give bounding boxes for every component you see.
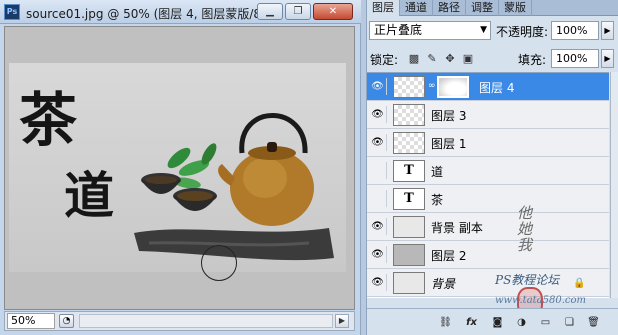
layer-name: 背景 副本 [431, 221, 483, 235]
add-mask-icon[interactable]: ◙ [489, 315, 506, 330]
text-layer-thumbnail: T [393, 188, 425, 210]
new-group-icon[interactable]: ▭ [537, 315, 554, 330]
teapot-graphic [218, 113, 314, 226]
lock-all-icon[interactable]: ▣ [461, 52, 475, 66]
layer-row[interactable]: 👁 图层 3 [367, 101, 609, 129]
lock-pixels-icon[interactable]: ✎ [425, 52, 439, 66]
status-info-icon[interactable]: ◔ [59, 314, 74, 328]
panel-tabs: 图层 通道 路径 调整 蒙版 [367, 0, 618, 16]
adjustment-layer-icon[interactable]: ◑ [513, 315, 530, 330]
layer-name: 图层 3 [431, 109, 467, 123]
layer-thumbnail [393, 132, 425, 154]
layer-name: 图层 4 [479, 81, 515, 95]
blend-mode-value: 正片叠底 [374, 23, 423, 37]
document-titlebar[interactable]: Ps source01.jpg @ 50% (图层 4, 图层蒙版/8) * ▁… [0, 0, 361, 24]
layer-thumbnail [393, 76, 425, 98]
visibility-eye-icon[interactable]: 👁 [369, 246, 387, 263]
layer-thumbnail [393, 104, 425, 126]
lock-label: 锁定: [370, 53, 399, 67]
calligraphy-cha: 茶 [19, 86, 78, 154]
status-bar: 50% ◔ ▶ [4, 311, 355, 331]
fill-slider-icon[interactable]: ▶ [601, 49, 614, 68]
visibility-eye-icon[interactable]: 👁 [369, 218, 387, 235]
vertical-scrollbar[interactable] [346, 26, 356, 310]
link-layers-icon[interactable]: ⛓ [437, 315, 454, 330]
visibility-empty-box[interactable] [369, 190, 387, 207]
tab-layers[interactable]: 图层 [367, 0, 400, 16]
document-window: Ps source01.jpg @ 50% (图层 4, 图层蒙版/8) * ▁… [0, 0, 361, 335]
layer-thumbnail [393, 216, 425, 238]
tab-paths[interactable]: 路径 [433, 0, 466, 16]
visibility-eye-icon[interactable]: 👁 [369, 274, 387, 291]
layer-row[interactable]: 👁 图层 1 [367, 129, 609, 157]
restore-icon[interactable]: ❐ [285, 3, 311, 20]
teacups-graphic [141, 173, 217, 211]
layer-mask-thumbnail[interactable] [437, 76, 469, 98]
opacity-input[interactable]: 100% [551, 21, 599, 40]
layer-thumbnail [393, 244, 425, 266]
mask-link-icon[interactable]: ∞ [428, 81, 436, 91]
layer-row[interactable]: T 道 [367, 157, 609, 185]
scroll-right-icon[interactable]: ▶ [335, 314, 349, 328]
document-title: source01.jpg @ 50% (图层 4, 图层蒙版/8) * [26, 7, 276, 21]
brand-watermark: PS教程论坛 [495, 273, 560, 287]
fill-label: 填充: [518, 53, 547, 67]
visibility-empty-box[interactable] [369, 162, 387, 179]
lock-position-icon[interactable]: ✥ [443, 52, 457, 66]
signature-watermark: 他她我 [517, 204, 533, 254]
layer-row[interactable]: 👁 背景 🔒 [367, 269, 609, 297]
layer-name: 道 [431, 165, 444, 179]
layer-name: 图层 2 [431, 249, 467, 263]
blend-opacity-row: 正片叠底 ▼ 不透明度: 100% ▶ [367, 20, 618, 42]
calligraphy-dao: 道 [64, 166, 114, 225]
layer-lock-icon: 🔒 [573, 278, 586, 289]
minimize-icon[interactable]: ▁ [257, 3, 283, 20]
layers-panel: 图层 通道 路径 调整 蒙版 正片叠底 ▼ 不透明度: 100% ▶ 锁定: ▩… [366, 0, 618, 335]
window-controls: ▁ ❐ ✕ [257, 3, 353, 20]
layers-scrollbar[interactable] [610, 72, 618, 298]
layers-panel-toolbar: www.tata580.com ⛓ fx ◙ ◑ ▭ ❏ 🗑 [367, 295, 618, 335]
delete-layer-icon[interactable]: 🗑 [585, 315, 602, 330]
horizontal-scrollbar[interactable] [79, 314, 333, 328]
layer-name: 茶 [431, 193, 444, 207]
tab-masks[interactable]: 蒙版 [499, 0, 532, 16]
fill-input[interactable]: 100% [551, 49, 599, 68]
text-layer-thumbnail: T [393, 160, 425, 182]
layer-thumbnail [393, 272, 425, 294]
lock-transparency-icon[interactable]: ▩ [407, 52, 421, 66]
chevron-down-icon: ▼ [480, 25, 487, 35]
blend-mode-select[interactable]: 正片叠底 ▼ [369, 21, 491, 40]
document-canvas-area[interactable]: 茶 道 [4, 26, 355, 310]
brush-cursor [201, 245, 237, 281]
layers-list: 👁 ∞ 图层 4 👁 图层 3 👁 图层 1 T 道 T 茶 👁 背景 副本 👁… [367, 72, 609, 317]
zoom-level-field[interactable]: 50% [7, 313, 55, 329]
tab-adjustments[interactable]: 调整 [466, 0, 499, 16]
visibility-eye-icon[interactable]: 👁 [369, 134, 387, 151]
photoshop-workspace: Ps source01.jpg @ 50% (图层 4, 图层蒙版/8) * ▁… [0, 0, 618, 335]
layer-style-icon[interactable]: fx [463, 315, 480, 330]
canvas-image[interactable]: 茶 道 [9, 63, 346, 272]
photoshop-app-icon: Ps [4, 4, 20, 20]
opacity-label: 不透明度: [496, 25, 549, 39]
close-icon[interactable]: ✕ [313, 3, 353, 20]
layer-row[interactable]: 👁 ∞ 图层 4 [367, 73, 609, 101]
opacity-slider-icon[interactable]: ▶ [601, 21, 614, 40]
new-layer-icon[interactable]: ❏ [561, 315, 578, 330]
layer-name: 背景 [431, 277, 456, 291]
lock-fill-row: 锁定: ▩ ✎ ✥ ▣ 填充: 100% ▶ [367, 48, 618, 70]
layer-name: 图层 1 [431, 137, 467, 151]
site-watermark: www.tata580.com [495, 295, 587, 306]
tab-channels[interactable]: 通道 [400, 0, 433, 16]
visibility-eye-icon[interactable]: 👁 [369, 78, 387, 95]
visibility-eye-icon[interactable]: 👁 [369, 106, 387, 123]
